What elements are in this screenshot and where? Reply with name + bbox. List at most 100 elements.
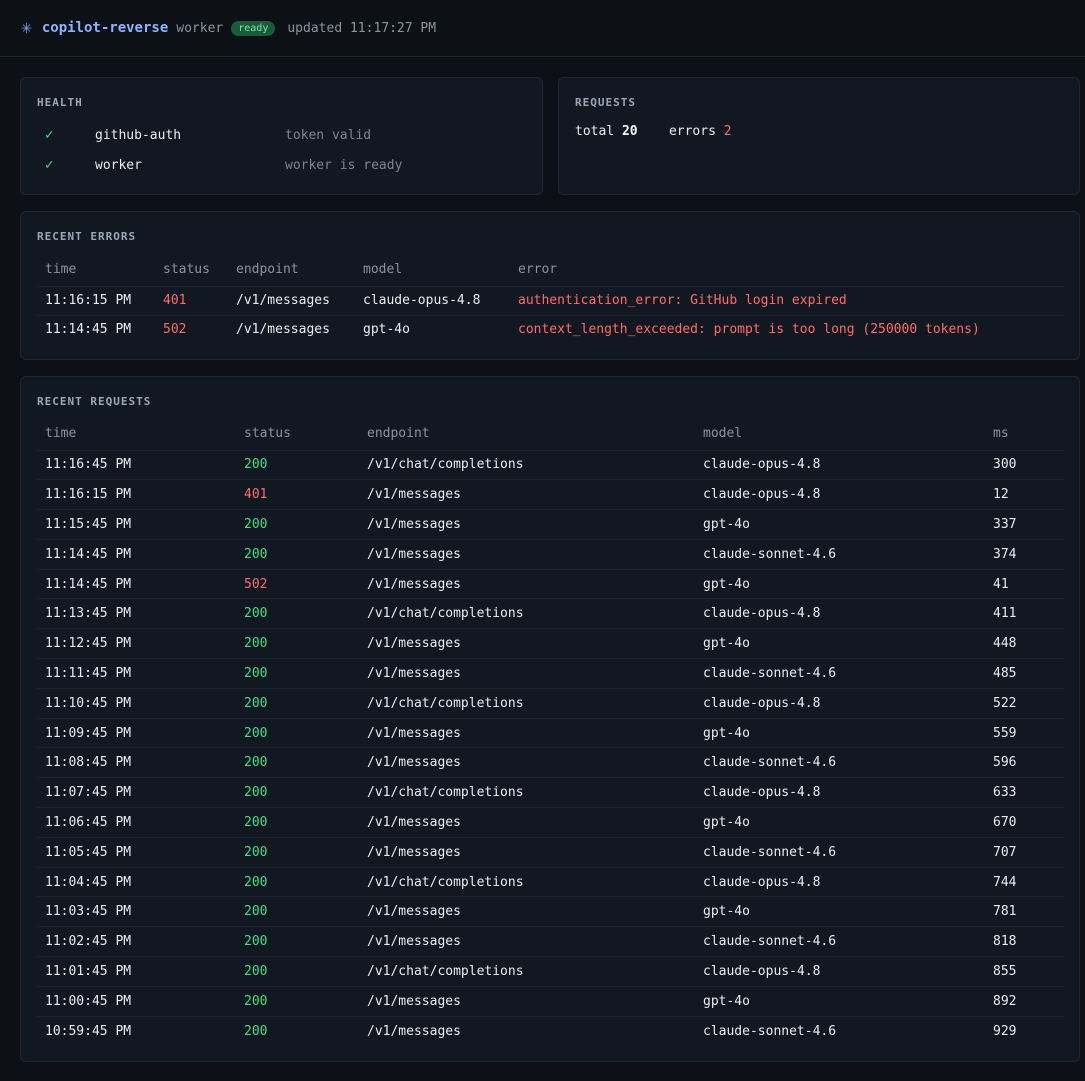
cell-endpoint: /v1/messages [359, 628, 695, 659]
errors-count: 2 [723, 124, 732, 139]
table-header-row: time status endpoint model ms [37, 418, 1065, 451]
cell-error: context_length_exceeded: prompt is too l… [510, 314, 1065, 344]
cell-ms: 929 [985, 1015, 1065, 1046]
cell-ms: 855 [985, 956, 1065, 987]
cell-status: 502 [155, 314, 228, 344]
table-row: 11:00:45 PM 200/v1/messages gpt-4o 892 [37, 985, 1065, 1017]
cell-time: 11:16:45 PM [45, 457, 132, 473]
cell-model: claude-opus-4.8 [695, 479, 985, 510]
table-row: 11:03:45 PM 200/v1/messages gpt-4o 781 [37, 896, 1065, 927]
recent-requests-title: RECENT REQUESTS [37, 395, 152, 408]
table-row: 11:16:15 PM 401/v1/messages claude-opus-4.… [37, 479, 1065, 510]
table-row: 11:02:45 PM 200/v1/messages claude-sonnet-… [37, 926, 1065, 957]
cell-status: 200 [236, 628, 359, 659]
table-row: 11:14:45 PM 502/v1/messages gpt-4o 41 [37, 568, 1065, 599]
cell-endpoint: /v1/messages [359, 836, 695, 868]
cell-ms: 12 [985, 479, 1065, 510]
cell-status: 200 [236, 807, 359, 838]
table-row: 11:13:45 PM 200/v1/chat/completions claude… [37, 598, 1065, 629]
cell-status: 200 [236, 926, 359, 957]
recent-errors-table: time status endpoint model error 11:16:1… [37, 254, 1065, 344]
cell-endpoint: /v1/messages [359, 985, 695, 1017]
top-bar: ✳ copilot-reverse worker ready updated 1… [0, 0, 1085, 57]
cell-model: claude-sonnet-4.6 [695, 538, 985, 570]
cell-endpoint: /v1/chat/completions [359, 687, 695, 719]
cell-endpoint: /v1/chat/completions [359, 598, 695, 629]
cell-ms: 337 [985, 509, 1065, 540]
cell-status: 401 [236, 479, 359, 510]
cell-status: 200 [236, 687, 359, 719]
column-header-error: error [510, 254, 1065, 287]
cell-model: claude-sonnet-4.6 [695, 926, 985, 957]
cell-ms: 818 [985, 926, 1065, 957]
cell-ms: 892 [985, 985, 1065, 1017]
cell-status: 200 [236, 598, 359, 629]
errors-label: errors [668, 124, 716, 139]
cell-endpoint: /v1/messages [359, 538, 695, 570]
cell-ms: 411 [985, 598, 1065, 629]
health-item-worker: ✓ worker worker is ready [45, 155, 402, 175]
cell-endpoint: /v1/messages [359, 509, 695, 540]
updated-timestamp: updated 11:17:27 PM [287, 20, 437, 36]
cell-time: 11:00:45 PM [37, 985, 236, 1017]
asterisk-icon: ✳ [21, 17, 32, 38]
table-row: 11:16:15 PM 401/v1/messages claude-opus-4.… [37, 286, 1065, 315]
cell-endpoint: /v1/messages [359, 807, 695, 838]
cell-model: claude-opus-4.8 [703, 457, 821, 473]
total-count: 20 [621, 124, 638, 139]
cell-model: gpt-4o [695, 985, 985, 1017]
cell-model: claude-opus-4.8 [695, 687, 985, 719]
cell-endpoint: /v1/messages [236, 293, 330, 308]
cell-endpoint: /v1/messages [228, 314, 355, 344]
column-header-model: model [355, 254, 510, 287]
table-row: 11:09:45 PM 200/v1/messages gpt-4o 559 [37, 717, 1065, 748]
requests-panel: REQUESTS total 20 errors 2 [558, 77, 1080, 195]
table-row: 11:12:45 PM 200/v1/messages gpt-4o 448 [37, 628, 1065, 659]
table-row: 11:15:45 PM 200/v1/messages gpt-4o 337 [37, 509, 1065, 540]
recent-requests-panel: RECENT REQUESTS time status endpoint mod… [20, 376, 1080, 1062]
cell-ms: 670 [985, 807, 1065, 838]
cell-ms: 485 [985, 658, 1065, 689]
cell-status: 200 [236, 717, 359, 748]
column-header-endpoint: endpoint [228, 254, 355, 287]
cell-time: 11:01:45 PM [37, 956, 236, 987]
app-title: copilot-reverse [41, 20, 169, 36]
cell-endpoint: /v1/messages [359, 479, 695, 510]
column-header-endpoint: endpoint [359, 418, 695, 451]
cell-endpoint: /v1/messages [359, 658, 695, 689]
table-row: 11:05:45 PM 200/v1/messages claude-sonnet-… [37, 836, 1065, 868]
cell-ms: 633 [985, 777, 1065, 808]
cell-model: claude-opus-4.8 [695, 866, 985, 897]
cell-status: 200 [236, 985, 359, 1017]
cell-endpoint: /v1/messages [359, 896, 695, 927]
table-row: 11:06:45 PM 200/v1/messages gpt-4o 670 [37, 807, 1065, 838]
cell-endpoint: /v1/chat/completions [359, 866, 695, 897]
cell-ms: 522 [985, 687, 1065, 719]
cell-ms: 300 [993, 457, 1017, 473]
health-item-name: github-auth [95, 127, 182, 143]
cell-time: 11:16:15 PM [45, 293, 132, 308]
cell-status: 200 [244, 457, 268, 473]
cell-time: 11:11:45 PM [37, 658, 236, 689]
column-header-ms: ms [985, 418, 1065, 451]
cell-time: 11:07:45 PM [37, 777, 236, 808]
cell-status: 200 [236, 509, 359, 540]
table-row: 11:04:45 PM 200/v1/chat/completions claude… [37, 866, 1065, 897]
health-title: HEALTH [37, 96, 83, 109]
cell-model: claude-sonnet-4.6 [695, 747, 985, 778]
table-row: 11:10:45 PM 200/v1/chat/completions claude… [37, 687, 1065, 719]
cell-ms: 781 [985, 896, 1065, 927]
worker-label: worker [176, 20, 224, 36]
cell-endpoint: /v1/messages [359, 717, 695, 748]
cell-model: claude-opus-4.8 [695, 956, 985, 987]
table-row: 10:59:45 PM 200/v1/messages claude-sonnet-… [37, 1015, 1065, 1046]
cell-time: 11:02:45 PM [37, 926, 236, 957]
cell-ms: 41 [985, 568, 1065, 599]
cell-status: 200 [236, 658, 359, 689]
cell-time: 11:05:45 PM [37, 836, 236, 868]
cell-endpoint: /v1/messages [359, 747, 695, 778]
cell-model: claude-sonnet-4.6 [695, 836, 985, 868]
health-item-desc: token valid [285, 127, 372, 143]
cell-time: 11:08:45 PM [37, 747, 236, 778]
cell-status: 200 [236, 956, 359, 987]
